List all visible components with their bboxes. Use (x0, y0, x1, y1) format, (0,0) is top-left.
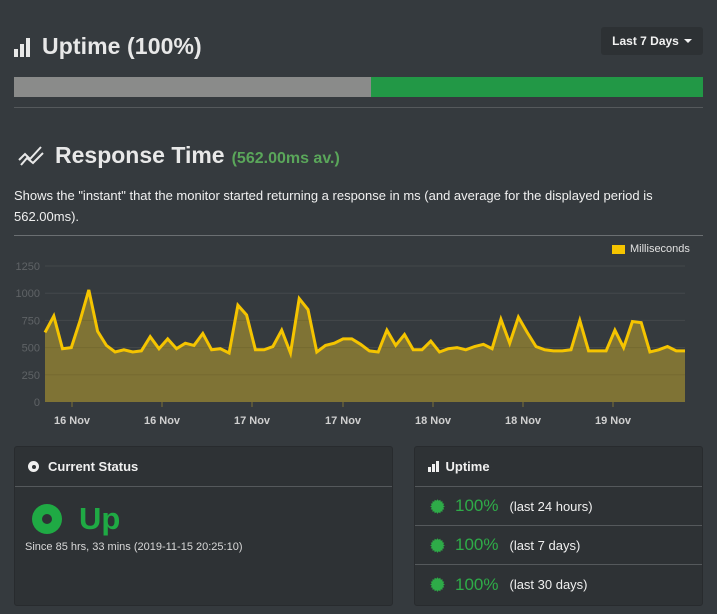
uptime-period-label: (last 7 days) (509, 537, 581, 553)
average-response-label: (562.00ms av.) (231, 150, 340, 167)
period-dropdown-label: Last 7 Days (612, 34, 679, 48)
uptime-row-24h: 100% (last 24 hours) (415, 487, 702, 526)
response-time-header: Response Time (562.00ms av.) (17, 141, 340, 169)
current-status-panel: Current Status Up Since 85 hrs, 33 mins … (14, 446, 393, 606)
legend-swatch-milliseconds (612, 244, 625, 254)
x-tick-label: 17 Nov (234, 415, 271, 427)
current-status-header: Current Status (15, 447, 392, 487)
y-tick-label: 1250 (16, 261, 40, 273)
uptime-value: 100% (455, 496, 499, 515)
y-tick-label: 0 (34, 397, 40, 409)
y-tick-label: 750 (22, 315, 40, 327)
uptime-row-30d: 100% (last 30 days) (415, 565, 702, 604)
chart-svg: 0 250 500 750 1000 1250 16 Nov 16 Nov 17 Nov 17 N… (16, 261, 686, 427)
y-tick-label: 500 (22, 343, 40, 355)
x-tick-label: 19 Nov (595, 415, 632, 427)
response-time-description: Shows the "instant" that the monitor sta… (14, 188, 653, 224)
status-dot-icon (32, 504, 62, 534)
x-tick-label: 18 Nov (415, 415, 452, 427)
bar-chart-icon (428, 461, 439, 472)
uptime-header: Uptime (100%) (14, 33, 202, 60)
uptime-value: 100% (455, 574, 499, 594)
status-indicator: Up (32, 501, 392, 537)
certificate-badge-icon (430, 537, 445, 553)
uptime-panel-header: Uptime (415, 447, 702, 487)
x-tick-label: 18 Nov (505, 415, 542, 427)
x-tick-label: 16 Nov (54, 415, 91, 427)
uptime-period-label: (last 30 days) (509, 577, 588, 592)
divider (14, 107, 703, 108)
uptime-period-label: (last 24 hours) (509, 498, 593, 514)
uptime-row-7d: 100% (last 7 days) (415, 526, 702, 565)
x-tick-label: 16 Nov (144, 415, 181, 427)
response-time-chart: 0 250 500 750 1000 1250 16 Nov 16 Nov 17 Nov 17 N… (0, 236, 717, 436)
bar-chart-icon (14, 37, 30, 57)
certificate-badge-icon (430, 498, 445, 514)
line-chart-icon (18, 146, 44, 166)
uptime-panel-title: Uptime (445, 459, 490, 474)
uptime-bar-segment-up (370, 77, 703, 97)
x-tick-label: 17 Nov (325, 415, 362, 427)
y-tick-label: 1000 (16, 288, 40, 300)
period-dropdown-button[interactable]: Last 7 Days (601, 27, 703, 55)
legend-label-milliseconds: Milliseconds (630, 243, 690, 255)
uptime-value: 100% (455, 535, 499, 554)
current-status-title: Current Status (48, 459, 139, 474)
certificate-badge-icon (430, 577, 445, 592)
uptime-title: Uptime (100%) (42, 33, 202, 59)
caret-down-icon (683, 39, 692, 43)
status-text: Up (79, 501, 121, 536)
uptime-progress-bar (14, 77, 703, 97)
y-tick-label: 250 (22, 370, 40, 382)
dot-circle-icon (28, 461, 39, 472)
response-time-title: Response Time (55, 142, 225, 168)
chart-legend: Milliseconds (612, 243, 690, 255)
status-since: Since 85 hrs, 33 mins (2019-11-15 20:25:… (25, 541, 243, 553)
uptime-panel: Uptime 100% (last 24 hours) 100% (last 7… (414, 446, 703, 606)
series-line-milliseconds (43, 289, 685, 359)
uptime-bar-segment-down (14, 77, 371, 97)
